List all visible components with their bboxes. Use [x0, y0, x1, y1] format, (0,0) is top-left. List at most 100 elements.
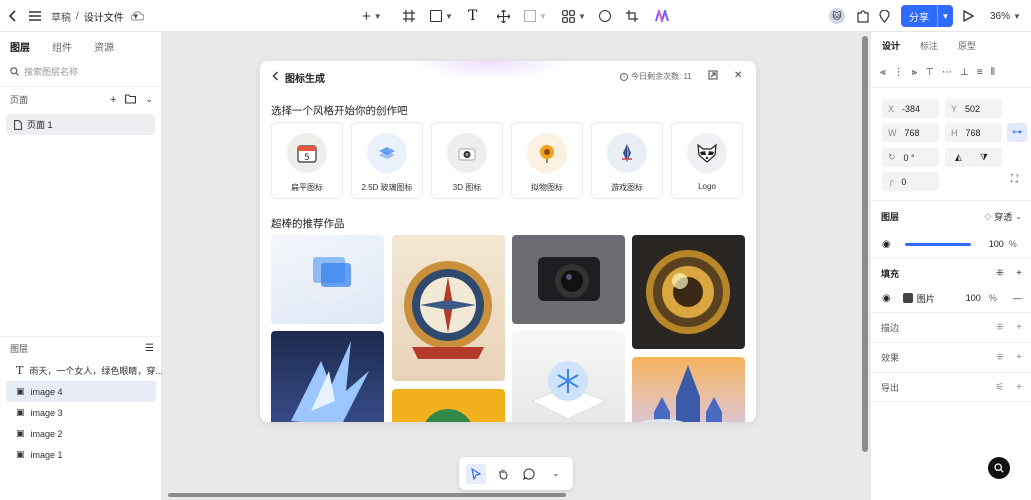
layer-sort-icon[interactable]: ☰: [145, 343, 154, 354]
recommend-tile[interactable]: [271, 235, 384, 324]
collapse-chevron-icon[interactable]: ⌄: [145, 94, 153, 106]
user-avatar[interactable]: 🐱: [829, 0, 845, 32]
breadcrumb-root[interactable]: 草稿: [51, 9, 71, 24]
add-stroke-icon[interactable]: +: [1016, 322, 1022, 333]
menu-icon[interactable]: [29, 0, 41, 32]
recommend-tile[interactable]: [271, 331, 384, 422]
opacity-value[interactable]: 100: [989, 239, 1004, 249]
align-right-icon[interactable]: ⫸: [912, 67, 918, 78]
align-left-icon[interactable]: ⫷: [880, 67, 886, 78]
plugin-icon[interactable]: [857, 0, 869, 32]
independent-corners-icon[interactable]: ⛶: [1011, 174, 1018, 185]
move-tool-icon[interactable]: [497, 0, 510, 32]
style-grid-icon[interactable]: ⁜: [996, 322, 1004, 333]
export-settings-icon[interactable]: ⚟: [995, 382, 1004, 393]
image-fill-thumbnail[interactable]: [902, 293, 913, 303]
style-grid-icon[interactable]: ⁜: [996, 352, 1004, 363]
recommend-tile[interactable]: [512, 235, 625, 324]
folder-icon[interactable]: [125, 93, 137, 104]
flip-horizontal-icon[interactable]: ◭: [955, 152, 962, 163]
add-fill-icon[interactable]: +: [1016, 268, 1022, 279]
tab-annotation[interactable]: 标注: [920, 39, 938, 52]
layer-item[interactable]: ▣ image 3: [0, 402, 162, 423]
frame-tool-icon[interactable]: [403, 0, 415, 32]
recommend-tile[interactable]: [632, 235, 745, 349]
recommend-tile[interactable]: [392, 389, 505, 422]
layer-search-input[interactable]: 搜索图层名称: [0, 60, 161, 82]
corner-radius-field[interactable]: ╭ 0: [882, 172, 939, 191]
fill-opacity-value[interactable]: 100: [966, 293, 981, 303]
align-top-icon[interactable]: ⊤: [925, 67, 934, 78]
y-field[interactable]: Y 502: [945, 99, 1002, 118]
distribute-v-icon[interactable]: ≡: [977, 67, 983, 78]
flip-vertical-icon[interactable]: ⧩: [980, 152, 988, 163]
chevron-down-icon: ▼: [445, 11, 453, 21]
tab-prototype[interactable]: 原型: [958, 39, 976, 52]
add-export-icon[interactable]: +: [1016, 382, 1022, 393]
mask-tool-icon[interactable]: [599, 0, 611, 32]
breadcrumb-separator: /: [76, 10, 79, 22]
style-card-flat[interactable]: 5 扁平图标: [271, 122, 343, 199]
shape-tool-button[interactable]: ▼: [430, 0, 453, 32]
layer-item[interactable]: ▣ image 1: [0, 444, 162, 465]
text-tool-icon[interactable]: T: [468, 0, 477, 32]
style-card-game[interactable]: 游戏图标: [591, 122, 663, 199]
share-button[interactable]: 分享 ▼: [901, 5, 953, 27]
style-card-glass[interactable]: 2.5D 玻璃图标: [351, 122, 423, 199]
boolean-tool-button[interactable]: ▼: [524, 0, 547, 32]
add-page-icon[interactable]: +: [110, 94, 116, 106]
horizontal-scrollbar[interactable]: [168, 493, 566, 497]
add-tool-button[interactable]: + ▼: [362, 0, 382, 32]
more-chevron-icon[interactable]: ⌄: [546, 464, 566, 484]
recommend-tile[interactable]: [392, 235, 505, 381]
tab-assets[interactable]: 资源: [94, 39, 114, 54]
align-center-h-icon[interactable]: ⋮: [894, 67, 904, 78]
add-effect-icon[interactable]: +: [1016, 352, 1022, 363]
close-icon[interactable]: ✕: [734, 70, 742, 81]
align-center-v-icon[interactable]: ⋯: [942, 67, 952, 78]
tab-layers[interactable]: 图层: [10, 39, 30, 54]
back-icon[interactable]: [272, 71, 279, 84]
select-cursor-icon[interactable]: [466, 463, 487, 484]
comment-icon[interactable]: [519, 464, 539, 484]
recommend-tile[interactable]: [632, 357, 745, 422]
pin-window-icon[interactable]: [708, 70, 718, 83]
style-card-skeuo[interactable]: 拟物图标: [511, 122, 583, 199]
ai-plugin-icon[interactable]: [655, 0, 669, 32]
rotation-field[interactable]: ↻ 0 °: [882, 148, 939, 167]
layer-item[interactable]: T 雨天，一个女人，绿色眼睛，穿...: [0, 360, 162, 381]
blend-mode-select[interactable]: ◇ 穿透 ⌄: [984, 210, 1022, 223]
hand-tool-icon[interactable]: [493, 464, 513, 484]
align-bottom-icon[interactable]: ⊥: [960, 67, 969, 78]
zoom-control[interactable]: 36% ▼: [990, 0, 1021, 32]
layer-item[interactable]: ▣ image 2: [0, 423, 162, 444]
tab-design[interactable]: 设计: [882, 39, 900, 52]
location-pin-icon[interactable]: [879, 0, 890, 32]
play-preview-icon[interactable]: [963, 0, 974, 32]
vertical-scrollbar[interactable]: [862, 36, 868, 452]
constrain-proportions-link-icon[interactable]: ⊶: [1007, 123, 1027, 142]
visibility-eye-icon[interactable]: ◉: [882, 239, 891, 250]
distribute-h-icon[interactable]: ⦀: [991, 67, 995, 78]
remove-fill-icon[interactable]: —: [1013, 293, 1022, 303]
layer-item[interactable]: ▣ image 4: [6, 381, 156, 402]
component-tool-button[interactable]: ▼: [562, 0, 586, 32]
breadcrumb-file[interactable]: 设计文件: [84, 9, 124, 24]
search-fab[interactable]: [988, 457, 1010, 479]
style-grid-icon[interactable]: ⁜: [996, 268, 1004, 279]
page-item-1[interactable]: 页面 1: [6, 114, 155, 135]
style-card-logo[interactable]: Logo: [671, 122, 743, 199]
back-icon[interactable]: [8, 0, 18, 32]
style-label: 2.5D 玻璃图标: [361, 183, 413, 192]
recommend-tile[interactable]: [512, 331, 625, 422]
x-field[interactable]: X -384: [882, 99, 939, 118]
style-card-3d[interactable]: 3D 图标: [431, 122, 503, 199]
tab-components[interactable]: 组件: [52, 39, 72, 54]
opacity-slider[interactable]: [904, 242, 971, 246]
chevron-down-icon: ▼: [578, 11, 586, 21]
width-field[interactable]: W 768: [882, 123, 939, 142]
height-field[interactable]: H 768: [945, 123, 1002, 142]
crop-tool-icon[interactable]: [626, 0, 638, 32]
share-dropdown-icon[interactable]: ▼: [937, 5, 953, 27]
visibility-eye-icon[interactable]: ◉: [882, 293, 891, 304]
